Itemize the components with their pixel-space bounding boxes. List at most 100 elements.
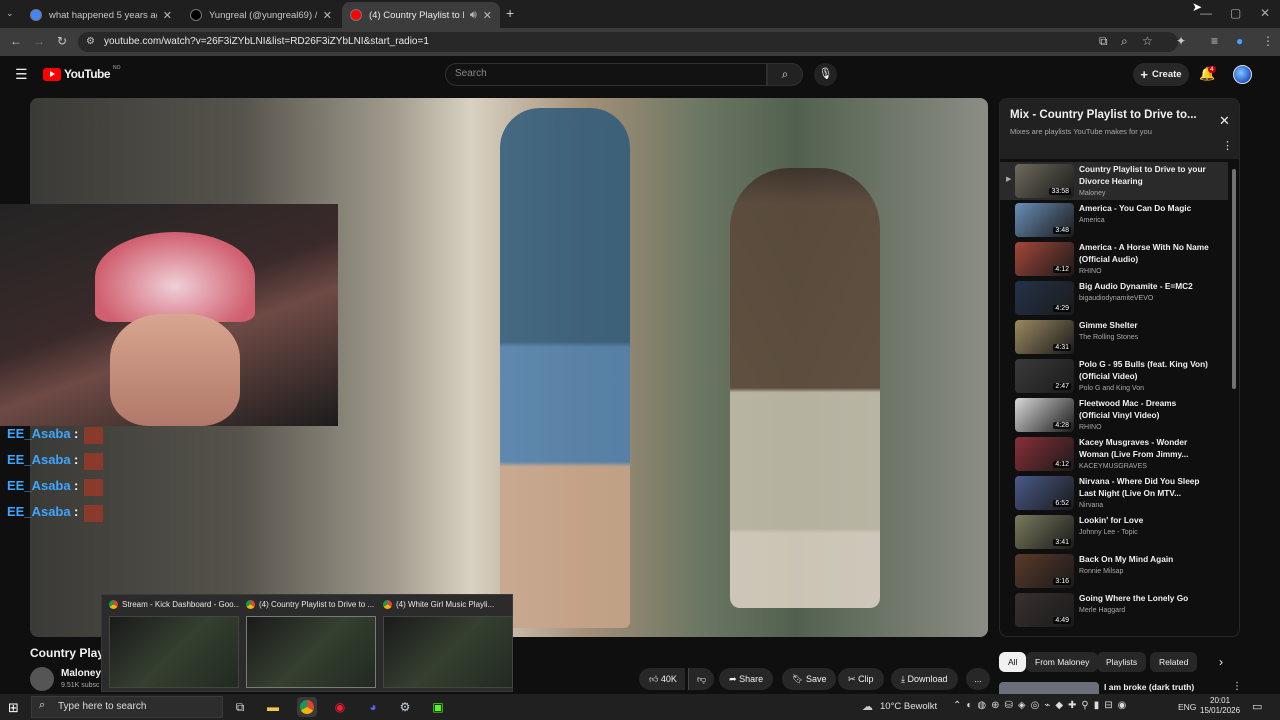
reload-icon[interactable]: ↻ xyxy=(57,34,67,48)
filter-chip[interactable]: Related xyxy=(1150,652,1198,672)
filter-chip[interactable]: All xyxy=(999,652,1027,672)
task-view-icon[interactable]: ⧉ xyxy=(230,697,250,717)
tab-audio-icon[interactable]: 🔊︎ xyxy=(470,9,477,22)
steam-taskbar-icon[interactable]: ⚙ xyxy=(395,697,415,717)
playlist-item[interactable]: 3:48 America - You Can Do Magic America xyxy=(1000,201,1228,239)
hamburger-menu-icon[interactable]: ☰ xyxy=(15,66,28,83)
install-icon[interactable]: ⧉ xyxy=(1099,34,1108,49)
playlist-item[interactable]: 2:47 Polo G - 95 Bulls (feat. King Von) (… xyxy=(1000,357,1228,395)
playlist-item-thumbnail[interactable]: 4:31 xyxy=(1015,320,1074,354)
tab-search-button[interactable]: ⌄ xyxy=(6,8,14,19)
next-video-thumbnail[interactable] xyxy=(999,682,1099,694)
maximize-button[interactable]: ▢ xyxy=(1230,6,1241,20)
forward-icon[interactable]: → xyxy=(33,34,45,48)
playlist-item[interactable]: ▶ 33:58 Country Playlist to Drive to your … xyxy=(1000,162,1228,200)
playlist-title[interactable]: Mix - Country Playlist to Drive to... xyxy=(1010,109,1197,121)
windows-start-icon[interactable]: ⊞ xyxy=(8,700,19,716)
back-icon[interactable]: ← xyxy=(10,34,22,48)
playlist-item[interactable]: 4:31 Gimme Shelter The Rolling Stones xyxy=(1000,318,1228,356)
chips-next-icon[interactable]: › xyxy=(1219,655,1223,669)
file-explorer-icon[interactable]: ▬ xyxy=(263,697,283,717)
filter-chip[interactable]: From Maloney xyxy=(1026,652,1099,672)
browser-tab[interactable]: what happened 5 years ago - G ✕ xyxy=(22,2,180,28)
playlist-item-title: Polo G - 95 Bulls (feat. King Von) (Offi… xyxy=(1079,359,1208,381)
opera-taskbar-icon[interactable]: ◉ xyxy=(330,697,350,717)
save-button[interactable]: 🔖︎ Save xyxy=(782,668,837,690)
tab-title: (4) Country Playlist to Drive xyxy=(369,9,464,21)
share-button[interactable]: ➦ Share xyxy=(719,668,774,690)
playlist-item-thumbnail[interactable]: 4:28 xyxy=(1015,398,1074,432)
reading-list-icon[interactable]: ≡ xyxy=(1211,34,1218,48)
tab-favicon-icon xyxy=(190,9,202,21)
create-button[interactable]: + Create xyxy=(1133,63,1189,86)
playlist-item-thumbnail[interactable]: 3:48 xyxy=(1015,203,1074,237)
tab-close-icon[interactable]: ✕ xyxy=(483,9,492,22)
share-label: Share xyxy=(739,674,764,684)
chrome-taskbar-icon[interactable] xyxy=(297,697,317,717)
download-button[interactable]: ⤓ Download xyxy=(891,668,958,690)
playlist-item[interactable]: 4:12 America - A Horse With No Name (Offi… xyxy=(1000,240,1228,278)
playlist-item[interactable]: 4:12 Kacey Musgraves - Wonder Woman (Live… xyxy=(1000,435,1228,473)
playlist-item[interactable]: 3:16 Back On My Mind Again Ronnie Milsap xyxy=(1000,552,1228,590)
channel-avatar[interactable] xyxy=(30,667,54,691)
browser-menu-icon[interactable]: ⋮ xyxy=(1262,34,1274,48)
notification-center-icon[interactable]: ▭ xyxy=(1252,700,1262,713)
profile-icon[interactable]: ● xyxy=(1236,34,1243,48)
playlist-item[interactable]: 4:28 Fleetwood Mac - Dreams (Official Vin… xyxy=(1000,396,1228,434)
zoom-icon[interactable]: ⌕ xyxy=(1121,34,1128,49)
filter-chip[interactable]: Playlists xyxy=(1097,652,1147,672)
bookmark-star-icon[interactable]: ☆ xyxy=(1142,34,1153,48)
playlist-item[interactable]: 4:49 Going Where the Lonely Go Merle Hagga… xyxy=(1000,591,1228,629)
clip-button[interactable]: ✂ Clip xyxy=(838,668,884,690)
next-video-menu-icon[interactable]: ⋮ xyxy=(1232,681,1242,692)
tab-close-icon[interactable]: ✕ xyxy=(163,9,172,22)
new-tab-button[interactable]: + xyxy=(506,5,514,21)
duration-badge: 4:12 xyxy=(1053,266,1071,273)
like-button[interactable]: 👍︎ 40K xyxy=(639,668,685,690)
weather-icon[interactable]: ☁ xyxy=(862,700,873,713)
playlist-item-thumbnail[interactable]: 4:12 xyxy=(1015,437,1074,471)
playlist-item-thumbnail[interactable]: 33:58 xyxy=(1015,164,1074,198)
taskbar-preview-window[interactable]: Stream - Kick Dashboard - Goo... xyxy=(105,598,241,690)
playlist-item-thumbnail[interactable]: 4:12 xyxy=(1015,242,1074,276)
close-window-button[interactable]: ✕ xyxy=(1260,6,1270,20)
browser-tab[interactable]: Yungreal (@yungreal69) / X ✕ xyxy=(182,2,340,28)
close-playlist-icon[interactable]: ✕ xyxy=(1219,113,1230,129)
search-input[interactable] xyxy=(445,63,767,86)
playlist-item[interactable]: 6:52 Nirvana - Where Did You Sleep Last N… xyxy=(1000,474,1228,512)
app-taskbar-icon[interactable]: ▣ xyxy=(428,697,448,717)
account-avatar[interactable] xyxy=(1233,65,1252,84)
dislike-button[interactable]: 👎︎ xyxy=(688,668,715,690)
playlist-item-thumbnail[interactable]: 6:52 xyxy=(1015,476,1074,510)
search-button[interactable]: ⌕ xyxy=(767,63,803,86)
voice-search-button[interactable]: 🎙 xyxy=(814,63,837,86)
taskbar-preview-window[interactable]: (4) White Girl Music Playli... xyxy=(379,598,515,690)
site-info-icon[interactable]: ⚙ xyxy=(86,36,95,47)
playlist-item-thumbnail[interactable]: 4:49 xyxy=(1015,593,1074,627)
playlist-menu-icon[interactable]: ⋮ xyxy=(1222,139,1233,152)
playlist-item-thumbnail[interactable]: 3:16 xyxy=(1015,554,1074,588)
chat-emote-icon xyxy=(84,427,103,444)
extensions-icon[interactable]: ✦ xyxy=(1176,34,1186,48)
windows-search-icon: ⌕ xyxy=(39,699,46,711)
system-tray-icons[interactable]: ⌃◐◍⊕⛁◈◎⌁◆✚⚲▮⊟◉ xyxy=(953,700,1131,711)
playlist-item-thumbnail[interactable]: 3:41 xyxy=(1015,515,1074,549)
youtube-logo[interactable]: YouTube NO xyxy=(43,65,121,81)
playlist-item[interactable]: 4:29 Big Audio Dynamite - E=MC2 bigaudiody… xyxy=(1000,279,1228,317)
playlist-scrollbar[interactable] xyxy=(1232,169,1236,389)
discord-taskbar-icon[interactable]: ◕ xyxy=(363,697,383,717)
share-icon: ➦ xyxy=(729,674,737,684)
next-video-title[interactable]: I am broke (dark truth) xyxy=(1104,682,1194,692)
taskbar-preview-window[interactable]: (4) Country Playlist to Drive to ... xyxy=(242,598,378,690)
playlist-item[interactable]: 3:41 Lookin' for Love Johnny Lee - Topic xyxy=(1000,513,1228,551)
playlist-item-thumbnail[interactable]: 4:29 xyxy=(1015,281,1074,315)
browser-tab[interactable]: (4) Country Playlist to Drive 🔊︎ ✕ xyxy=(342,2,500,28)
tab-close-icon[interactable]: ✕ xyxy=(323,9,332,22)
system-clock[interactable]: 20:01 15/01/2026 xyxy=(1200,696,1240,716)
language-indicator[interactable]: ENG xyxy=(1178,702,1196,712)
playlist-item-thumbnail[interactable]: 2:47 xyxy=(1015,359,1074,393)
tab-favicon-icon xyxy=(30,9,42,21)
more-actions-button[interactable]: ... xyxy=(966,668,990,690)
weather-text[interactable]: 10°C Bewolkt xyxy=(880,701,937,712)
channel-name[interactable]: Maloney xyxy=(61,668,101,679)
